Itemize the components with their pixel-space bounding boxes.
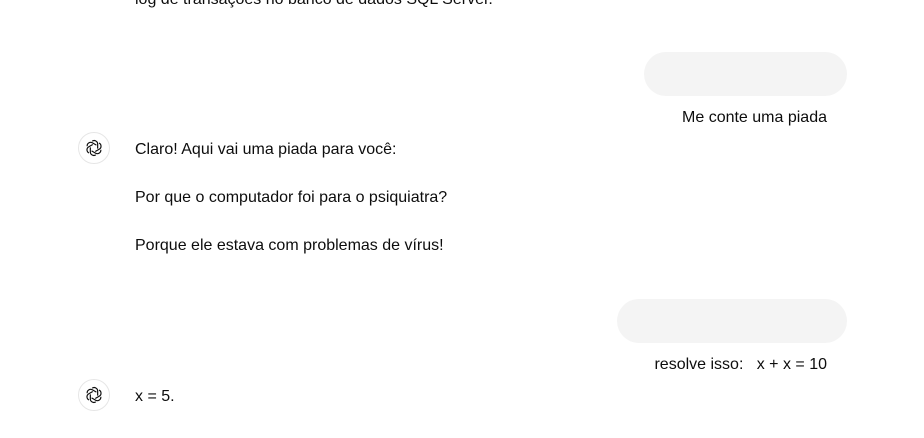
assistant-paragraph: Porque ele estava com problemas de vírus… <box>135 237 444 254</box>
assistant-message-text: Claro! Aqui vai uma piada para você: Por… <box>135 138 447 258</box>
openai-logo-icon <box>78 379 110 411</box>
assistant-paragraph: x = 5. <box>135 388 175 405</box>
user-message-text: resolve isso: x + x = 10 <box>654 356 827 373</box>
user-message-text: Me conte uma piada <box>682 109 827 126</box>
previous-message-tail: log de transações no banco de dados SQL … <box>135 0 493 10</box>
openai-logo-icon <box>78 132 110 164</box>
assistant-paragraph: Claro! Aqui vai uma piada para você: <box>135 141 397 158</box>
user-message-bubble: Me conte uma piada <box>644 52 847 126</box>
user-message-bubble: resolve isso: x + x = 10 <box>616 299 847 373</box>
chat-conversation: log de transações no banco de dados SQL … <box>0 0 924 438</box>
assistant-message-text: x = 5. <box>135 385 175 409</box>
assistant-paragraph: Por que o computador foi para o psiquiat… <box>135 189 448 206</box>
